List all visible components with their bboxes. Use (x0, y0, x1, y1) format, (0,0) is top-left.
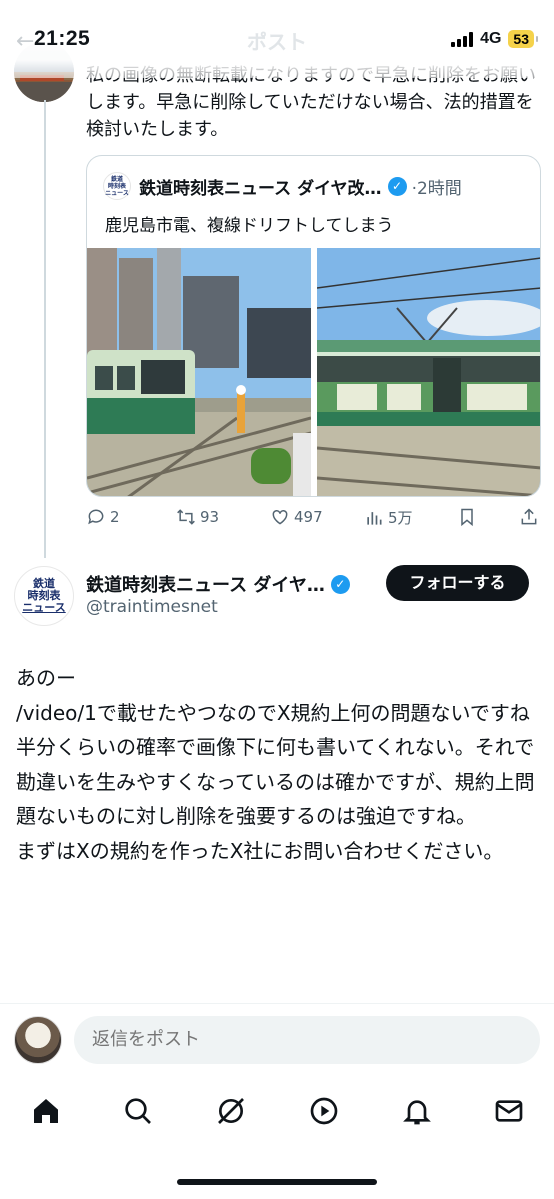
home-icon[interactable] (29, 1094, 63, 1128)
author-handle[interactable]: @traintimesnet (86, 597, 218, 617)
heart-icon (272, 509, 288, 525)
reply-icon (88, 509, 104, 525)
tram-photo-left[interactable] (87, 248, 311, 496)
bottom-tab-bar (0, 1086, 554, 1138)
verified-badge-icon: ✓ (330, 574, 350, 594)
quoted-tweet-avatar: 鉄道 時刻表 ニュース (103, 172, 131, 200)
tram-photo-right[interactable] (317, 248, 540, 496)
author-name-text: 鉄道時刻表ニュース ダイヤ… (86, 575, 325, 596)
like-button[interactable]: 497 (270, 507, 323, 527)
thread-line (44, 100, 46, 558)
quoted-tweet-time: ·2時間 (411, 178, 462, 199)
tweet-line: あのー (16, 666, 76, 690)
share-icon (521, 508, 537, 525)
bookmark-button[interactable] (457, 507, 477, 527)
status-time: 21:25 (34, 27, 91, 50)
video-icon[interactable] (307, 1094, 341, 1128)
repost-count: 93 (200, 508, 220, 526)
author-avatar[interactable]: 鉄道 時刻表 ニュース (14, 566, 74, 626)
search-icon[interactable] (121, 1094, 155, 1128)
views-button[interactable]: 5万 (364, 507, 413, 528)
signal-icon (451, 31, 474, 47)
quoted-tweet-author: 鉄道時刻表ニュース ダイヤ改… (139, 178, 382, 199)
network-type: 4G (480, 30, 502, 47)
notifications-icon[interactable] (400, 1094, 434, 1128)
quoted-tweet-header: 鉄道 時刻表 ニュース 鉄道時刻表ニュース ダイヤ改… ✓ ·2時間 (103, 172, 528, 200)
repost-button[interactable]: 93 (176, 507, 219, 527)
repost-icon (177, 509, 195, 525)
tweet-line: 半分くらいの確率で画像下に何も書いてくれない。それで勘違いを生みやすくなっている… (16, 735, 535, 829)
home-indicator (177, 1179, 377, 1185)
status-bar: ← ポスト 21:25 4G 53 (0, 0, 554, 78)
reply-input[interactable] (74, 1016, 540, 1064)
quoted-tweet-text: 鹿児島市電、複線ドリフトしてしまう (105, 216, 394, 236)
view-count: 5万 (388, 509, 413, 527)
battery-icon: 53 (508, 30, 538, 48)
messages-icon[interactable] (492, 1094, 526, 1128)
reply-button[interactable]: 2 (86, 507, 120, 527)
avatar-text-line: ニュース (22, 601, 66, 614)
grok-icon[interactable] (214, 1094, 248, 1128)
divider (0, 1003, 554, 1004)
views-icon (367, 511, 382, 525)
tweet-actions: 2 93 497 5万 (86, 507, 541, 533)
quoted-tweet-card[interactable]: 鉄道 時刻表 ニュース 鉄道時刻表ニュース ダイヤ改… ✓ ·2時間 鹿児島市電… (86, 155, 541, 497)
follow-button[interactable]: フォローする (386, 565, 529, 601)
share-button[interactable] (519, 507, 539, 527)
like-count: 497 (294, 508, 323, 526)
tweet-line: まずはXの規約を作ったX社にお問い合わせください。 (16, 838, 504, 863)
status-indicators: 4G 53 (451, 30, 538, 48)
bookmark-icon (461, 508, 473, 527)
reply-count: 2 (110, 508, 120, 526)
tweet-body: あのー /video/1で載せたやつなのでX規約上何の問題ないですね 半分くらい… (16, 661, 540, 869)
author-name[interactable]: 鉄道時刻表ニュース ダイヤ… ✓ (86, 571, 350, 597)
tweet-line: /video/1で載せたやつなのでX規約上何の問題ないですね (16, 700, 530, 725)
current-user-avatar[interactable] (14, 1016, 62, 1064)
verified-badge-icon: ✓ (387, 176, 407, 196)
